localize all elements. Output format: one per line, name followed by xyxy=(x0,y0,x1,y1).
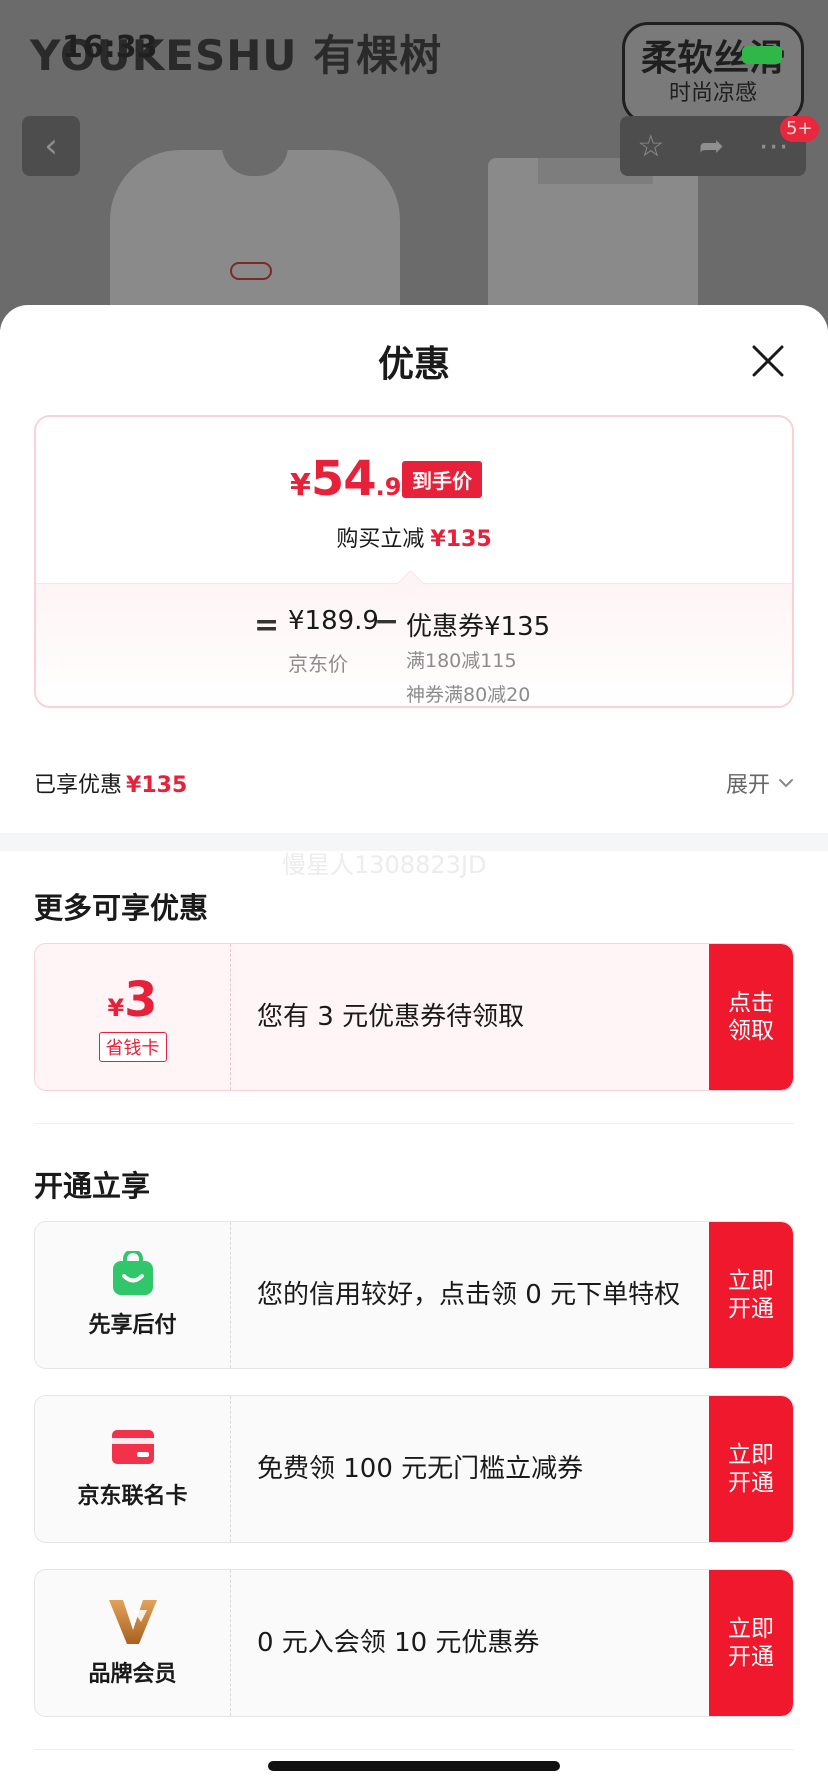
back-button[interactable]: ‹ xyxy=(22,116,80,176)
co-brand-card-offer[interactable]: 京东联名卡 免费领 100 元无门槛立减券 立即开通 xyxy=(34,1395,794,1543)
shopping-bag-icon xyxy=(112,1251,153,1295)
buy-reduce-line: 购买立减 ¥135 xyxy=(36,521,792,553)
brand-member-label: 品牌会员 xyxy=(88,1662,177,1687)
coupon-amount: 优惠券¥135 xyxy=(406,612,551,642)
promo-line-2: 时尚凉感 xyxy=(668,81,757,106)
promo-badge: 柔软丝滑 时尚凉感 xyxy=(622,22,804,124)
savings-card-text: 您有 3 元优惠券待领取 xyxy=(257,1002,525,1032)
savings-amount: ¥3 xyxy=(107,972,157,1028)
watermark-text: 慢星人1308823JD xyxy=(282,851,487,879)
final-price: ¥54.9 xyxy=(290,451,402,507)
brand-member-activate-label: 立即开通 xyxy=(728,1616,774,1670)
base-price: ¥189.9 xyxy=(288,606,379,636)
pay-later-left: 先享后付 xyxy=(35,1222,231,1368)
section-separator xyxy=(34,1123,794,1124)
buy-reduce-label: 购买立减 xyxy=(336,527,425,552)
co-brand-card-activate-label: 立即开通 xyxy=(728,1442,774,1496)
savings-value: 3 xyxy=(124,972,158,1028)
coupon-detail-1: 满180减115 xyxy=(406,650,517,672)
brand-v-icon xyxy=(108,1600,157,1644)
co-brand-card-label: 京东联名卡 xyxy=(77,1484,188,1509)
final-price-tag: 到手价 xyxy=(402,461,482,498)
credit-card-icon xyxy=(111,1430,154,1464)
notification-badge: 5+ xyxy=(780,116,819,142)
product-tshirt-image xyxy=(110,146,400,330)
brand-member-text: 0 元入会领 10 元优惠券 xyxy=(257,1628,540,1658)
chevron-left-icon: ‹ xyxy=(44,126,58,166)
pay-later-label: 先享后付 xyxy=(88,1313,177,1338)
sheet-title: 优惠 xyxy=(377,344,450,385)
savings-card-left: ¥3 省钱卡 xyxy=(35,944,231,1090)
activate-title: 开通立享 xyxy=(34,1169,151,1203)
savings-card-offer[interactable]: ¥3 省钱卡 您有 3 元优惠券待领取 点击领取 xyxy=(34,943,794,1091)
co-brand-card-activate-button[interactable]: 立即开通 xyxy=(709,1396,793,1542)
star-icon[interactable]: ☆ xyxy=(637,129,664,164)
enjoyed-discount-row: 已享优惠 ¥135 展开 xyxy=(34,767,794,803)
price-breakdown-card: ¥54.9 到手价 购买立减 ¥135 = ¥189.9 京东价 − 优惠券¥13… xyxy=(34,415,794,708)
final-price-currency: ¥ xyxy=(290,468,311,503)
enjoyed-label: 已享优惠 xyxy=(34,773,123,798)
claim-button[interactable]: 点击领取 xyxy=(709,944,793,1090)
pay-later-offer[interactable]: 先享后付 您的信用较好，点击领 0 元下单特权 立即开通 xyxy=(34,1221,794,1369)
price-calc-section: = ¥189.9 京东价 − 优惠券¥135 满180减115 神券满80减20 xyxy=(36,583,792,706)
buy-reduce-amount: ¥135 xyxy=(430,527,492,552)
brand-member-offer[interactable]: 品牌会员 0 元入会领 10 元优惠券 立即开通 xyxy=(34,1569,794,1717)
chevron-down-icon xyxy=(779,779,793,788)
enjoyed-label-group: 已享优惠 ¥135 xyxy=(34,767,187,799)
expand-button[interactable]: 展开 xyxy=(726,767,794,799)
home-indicator[interactable] xyxy=(268,1761,560,1771)
discount-sheet: 优惠 ¥54.9 到手价 购买立减 ¥135 = ¥189.9 京东价 − 优惠券… xyxy=(0,305,828,1792)
brand-member-left: 品牌会员 xyxy=(35,1570,231,1716)
minus-sign: − xyxy=(374,604,400,639)
battery-icon xyxy=(742,46,782,64)
co-brand-card-text: 免费领 100 元无门槛立减券 xyxy=(257,1454,584,1484)
close-icon[interactable] xyxy=(748,341,788,381)
base-price-label: 京东价 xyxy=(288,652,348,676)
header-actions: ☆ ➦ ⋯ xyxy=(620,116,806,176)
share-icon[interactable]: ➦ xyxy=(699,129,724,164)
more-offers-title: 更多可享优惠 xyxy=(34,891,209,925)
final-price-integer: 54 xyxy=(310,451,377,507)
co-brand-card-left: 京东联名卡 xyxy=(35,1396,231,1542)
bottom-separator xyxy=(34,1749,794,1750)
claim-button-label: 点击领取 xyxy=(728,990,774,1044)
brand-member-activate-button[interactable]: 立即开通 xyxy=(709,1570,793,1716)
pay-later-activate-button[interactable]: 立即开通 xyxy=(709,1222,793,1368)
final-price-decimal: .9 xyxy=(375,473,402,501)
coupon-detail-2: 神券满80减20 xyxy=(406,684,531,706)
pay-later-text: 您的信用较好，点击领 0 元下单特权 xyxy=(257,1280,681,1310)
pay-later-activate-label: 立即开通 xyxy=(728,1268,774,1322)
product-image-background: YOUKESHU 有棵树 16:33 柔软丝滑 时尚凉感 ‹ ☆ ➦ ⋯ 5+ xyxy=(0,0,828,330)
expand-label: 展开 xyxy=(725,773,770,798)
savings-card-tag: 省钱卡 xyxy=(98,1032,167,1062)
savings-currency: ¥ xyxy=(107,994,125,1022)
status-time: 16:33 xyxy=(62,30,158,65)
final-price-section: ¥54.9 到手价 购买立减 ¥135 xyxy=(36,417,792,583)
equals-sign: = xyxy=(254,608,280,643)
enjoyed-amount: ¥135 xyxy=(126,773,188,798)
